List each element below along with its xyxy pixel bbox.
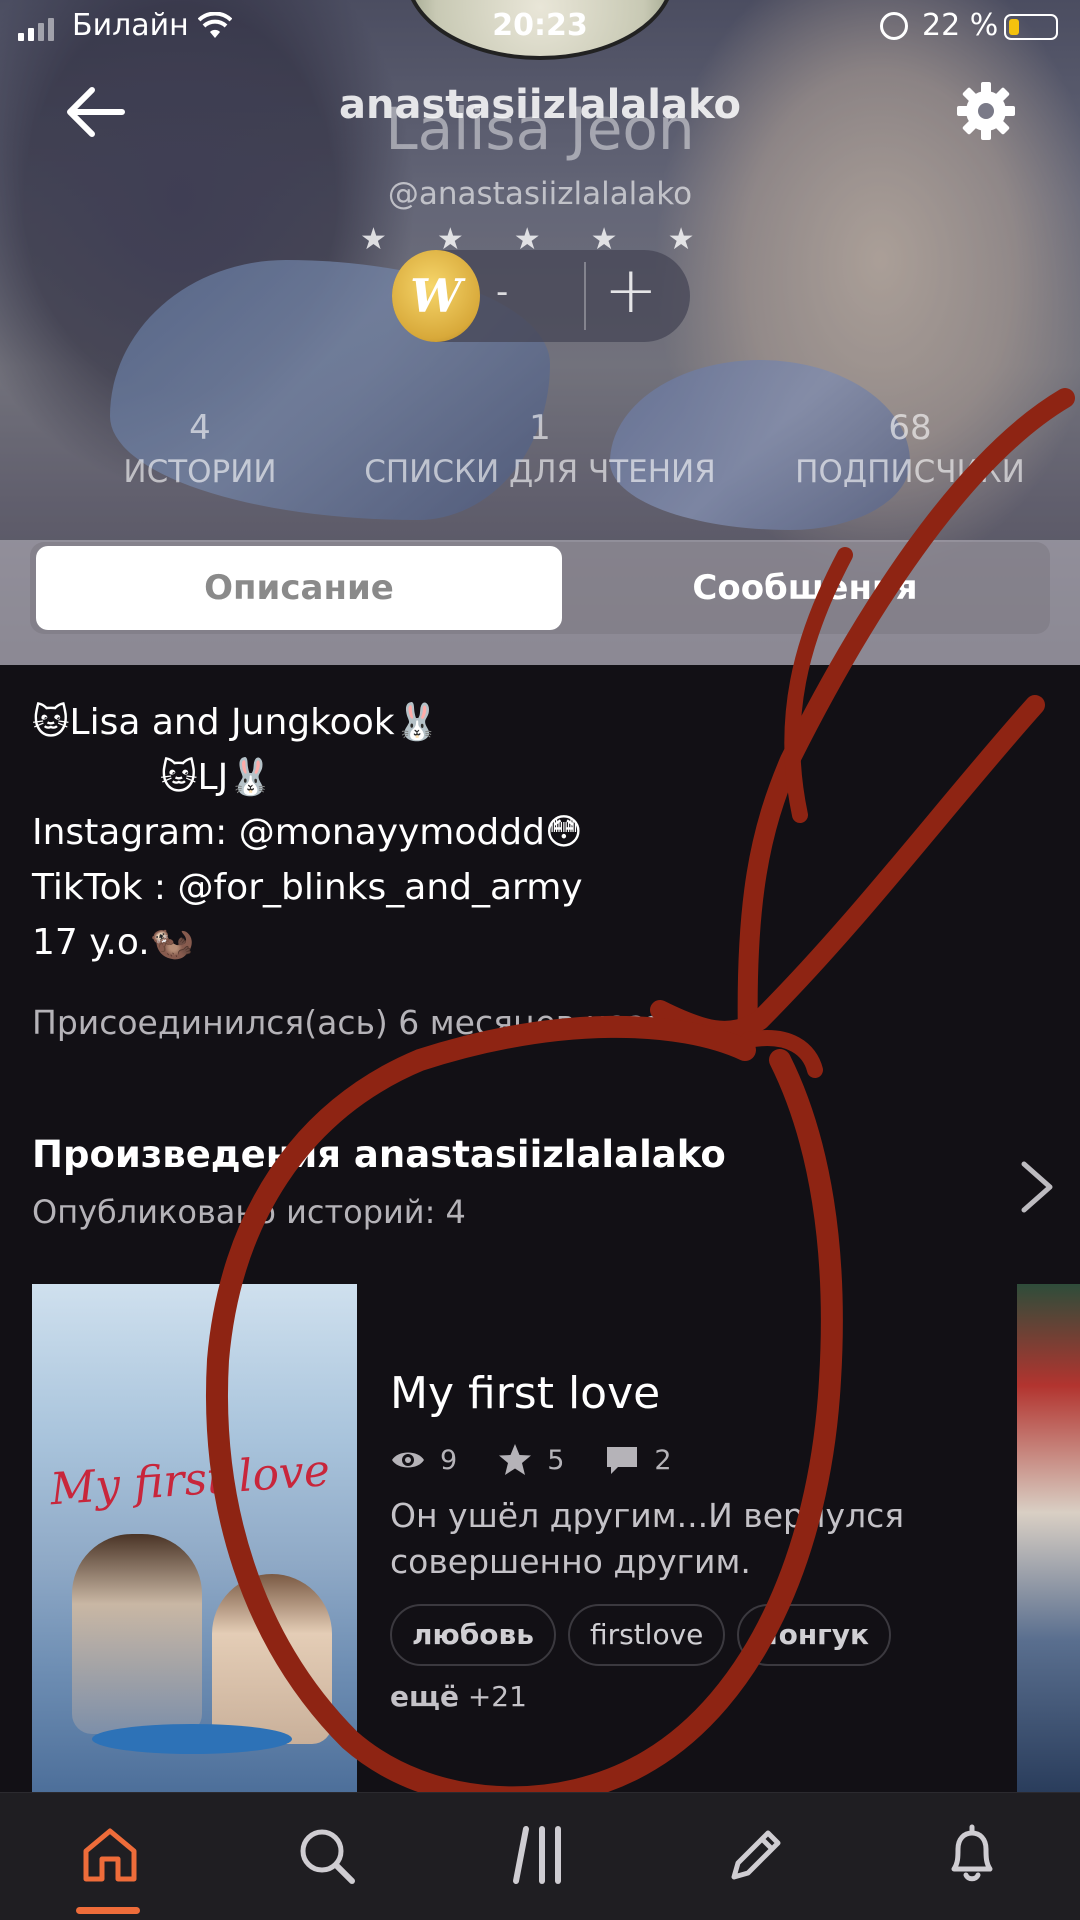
coins-widget[interactable]: W - + bbox=[392, 250, 690, 342]
profile-stats: 4 ИСТОРИИ 1 СПИСКИ ДЛЯ ЧТЕНИЯ 68 ПОДПИСЧ… bbox=[0, 408, 1080, 498]
nav-library[interactable] bbox=[508, 1823, 572, 1887]
coin-balance: - bbox=[496, 272, 509, 312]
story-tags: любовь firstlove чонгук bbox=[390, 1604, 903, 1666]
profile-tabs: Описание Сообщения bbox=[30, 542, 1050, 634]
about-line: TikTok : @for_blinks_and_army bbox=[32, 867, 583, 908]
story-description: Он ушёл другим...И вернулся совершенно д… bbox=[390, 1496, 905, 1581]
username-title: anastasiizlalalako bbox=[338, 82, 741, 128]
add-coins-button[interactable]: + bbox=[604, 254, 658, 328]
status-bar: Билайн 20:23 22 % bbox=[0, 0, 1080, 56]
votes-count: 5 bbox=[497, 1442, 564, 1478]
eye-icon bbox=[392, 1452, 424, 1468]
comment-icon bbox=[607, 1447, 638, 1474]
tag-chip[interactable]: любовь bbox=[390, 1604, 556, 1666]
story-title[interactable]: My first love bbox=[390, 1368, 660, 1419]
about-line: 17 y.o.🦦 bbox=[32, 922, 195, 963]
signal-icon bbox=[18, 18, 54, 41]
story-meta: 9 5 2 bbox=[390, 1440, 712, 1480]
nav-home[interactable] bbox=[78, 1823, 142, 1887]
chevron-right-icon bbox=[1021, 1161, 1053, 1213]
works-count: Опубликовано историй: 4 bbox=[32, 1193, 466, 1231]
profile-header: Билайн 20:23 22 % Lalisa Jeon anastasiiz… bbox=[0, 0, 1080, 665]
comments-count: 2 bbox=[604, 1442, 672, 1478]
more-tags-link[interactable]: ещё +21 bbox=[390, 1680, 527, 1713]
tab-messages[interactable]: Сообщения bbox=[562, 546, 1048, 630]
tag-chip[interactable]: firstlove bbox=[567, 1604, 726, 1666]
battery-percent: 22 % bbox=[922, 8, 999, 43]
search-icon bbox=[300, 1829, 355, 1884]
nav-write[interactable] bbox=[724, 1823, 788, 1887]
battery-icon bbox=[1004, 14, 1058, 40]
library-icon bbox=[513, 1826, 561, 1884]
stat-followers[interactable]: 68 ПОДПИСЧИКИ bbox=[760, 408, 1060, 490]
nav-notifications[interactable] bbox=[940, 1823, 1004, 1887]
stat-stories[interactable]: 4 ИСТОРИИ bbox=[100, 408, 300, 490]
tab-about[interactable]: Описание bbox=[36, 546, 562, 630]
next-story-cover[interactable] bbox=[1017, 1284, 1080, 1792]
about-line: 🐱Lisa and Jungkook🐰 bbox=[32, 702, 440, 743]
active-tab-indicator bbox=[76, 1907, 140, 1914]
about-section: 🐱Lisa and Jungkook🐰 🐱LJ🐰 Instagram: @mon… bbox=[32, 695, 1032, 970]
story-cover[interactable]: My first love bbox=[32, 1284, 357, 1792]
clock: 20:23 bbox=[492, 8, 588, 43]
cover-title-art: My first love bbox=[48, 1444, 332, 1516]
carrier-name: Билайн bbox=[72, 8, 189, 43]
joined-date: Присоединился(ась) 6 месяцев назад bbox=[32, 1003, 689, 1042]
nav-search[interactable] bbox=[294, 1823, 358, 1887]
pencil-icon bbox=[731, 1830, 781, 1880]
bell-icon bbox=[951, 1824, 993, 1882]
star-icon bbox=[499, 1444, 532, 1475]
about-line: Instagram: @monayymoddd😳 bbox=[32, 812, 583, 853]
wifi-icon bbox=[197, 11, 233, 47]
user-handle: @anastasiizlalalako bbox=[387, 176, 693, 212]
rotation-lock-icon bbox=[880, 12, 908, 40]
about-line: 🐱LJ🐰 bbox=[160, 757, 274, 798]
views-count: 9 bbox=[390, 1442, 457, 1478]
tag-chip[interactable]: чонгук bbox=[737, 1604, 892, 1666]
works-heading[interactable]: Произведения anastasiizlalalako bbox=[32, 1133, 726, 1176]
stat-reading-lists[interactable]: 1 СПИСКИ ДЛЯ ЧТЕНИЯ bbox=[360, 408, 720, 490]
home-icon bbox=[83, 1828, 137, 1882]
works-see-all-button[interactable] bbox=[1012, 1158, 1060, 1216]
bottom-navigation bbox=[0, 1792, 1080, 1920]
coin-icon: W bbox=[392, 250, 480, 342]
